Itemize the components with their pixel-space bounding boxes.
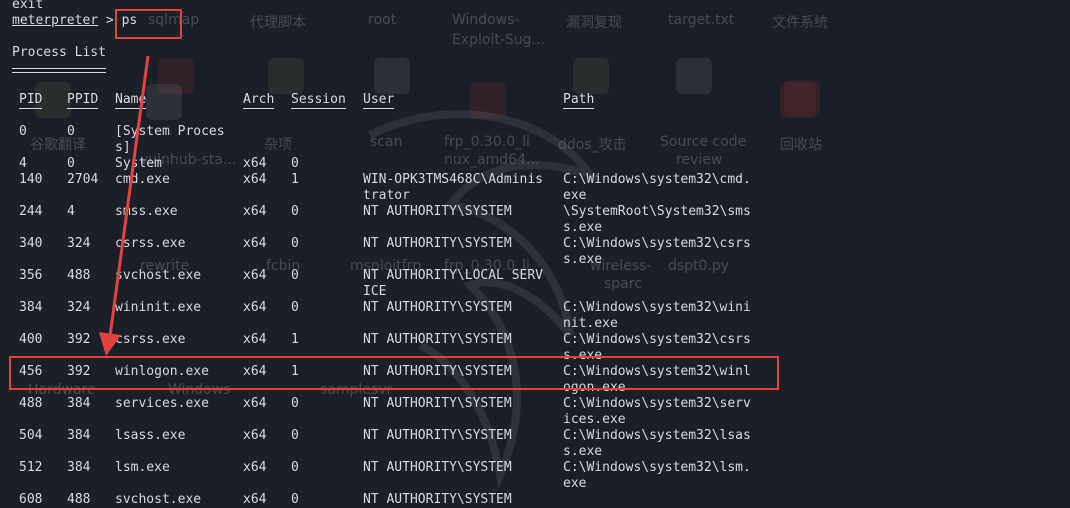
arrow-shaft [108,55,150,337]
annotation-arrow [99,55,150,356]
arrow-head [99,332,121,356]
